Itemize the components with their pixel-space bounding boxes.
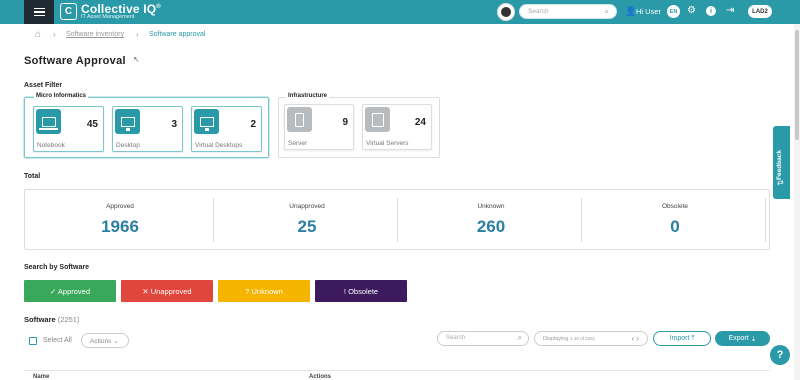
user-greeting[interactable]: Hi User bbox=[636, 7, 661, 16]
language-selector[interactable]: EN bbox=[667, 5, 680, 18]
total-approved[interactable]: Approved 1966 bbox=[25, 190, 215, 251]
home-icon[interactable]: ⌂ bbox=[35, 29, 41, 40]
actions-dropdown[interactable]: Actions ⌄ bbox=[81, 333, 129, 348]
chevron-right-icon: › bbox=[53, 30, 56, 39]
total-unknown[interactable]: Unknown 260 bbox=[399, 190, 583, 251]
obsolete-filter-button[interactable]: ! Obsolete bbox=[315, 280, 407, 302]
total-obsolete[interactable]: Obsolete 0 bbox=[583, 190, 767, 251]
feedback-icon[interactable]: ⇄ bbox=[777, 178, 784, 187]
totals-panel: Approved 1966 Unapproved 25 Unknown 260 … bbox=[24, 189, 770, 250]
server-icon bbox=[287, 107, 312, 132]
virtual-desktop-icon bbox=[194, 109, 219, 134]
total-label: Obsolete bbox=[661, 203, 689, 210]
filter-group-title: Infrastructure bbox=[286, 93, 330, 99]
tenant-badge[interactable]: LAD2 bbox=[748, 5, 772, 18]
select-all-checkbox[interactable] bbox=[29, 337, 37, 345]
total-label: Unapproved bbox=[289, 203, 325, 210]
software-search-input[interactable]: Search ⌕ bbox=[437, 331, 529, 346]
filter-card-virtual-servers[interactable]: 24 Virtual Servers bbox=[362, 104, 432, 150]
pagination-arrows[interactable]: ‹ › bbox=[631, 334, 639, 343]
search-by-software-label: Search by Software bbox=[24, 264, 89, 271]
total-label: Unknown bbox=[477, 203, 505, 210]
export-button[interactable]: Export ⇣ bbox=[715, 331, 770, 346]
info-icon[interactable]: i bbox=[706, 6, 716, 16]
breadcrumb-software-inventory[interactable]: Software inventory bbox=[66, 31, 124, 38]
card-label: Server bbox=[288, 140, 308, 147]
card-label: Virtual Desktops bbox=[195, 142, 243, 149]
search-icon[interactable]: ⌕ bbox=[518, 333, 522, 343]
unapproved-filter-button[interactable]: ✕ Unapproved bbox=[121, 280, 213, 302]
total-label: Approved bbox=[106, 203, 134, 210]
app-subtitle: IT Asset Management bbox=[81, 14, 135, 20]
card-count: 24 bbox=[414, 117, 426, 128]
page-title: Software Approval bbox=[24, 55, 126, 67]
column-header-name[interactable]: Name bbox=[33, 374, 49, 380]
software-count: (2251) bbox=[57, 315, 80, 324]
total-value: 1966 bbox=[101, 217, 139, 236]
card-label: Desktop bbox=[116, 142, 140, 149]
menu-icon[interactable] bbox=[24, 0, 54, 24]
select-all-label[interactable]: Select All bbox=[43, 337, 72, 344]
card-label: Notebook bbox=[37, 142, 65, 149]
feedback-label[interactable]: Feedback bbox=[776, 140, 783, 180]
total-value: 0 bbox=[670, 217, 680, 236]
card-count: 45 bbox=[86, 119, 98, 130]
asset-filter-label: Asset Filter bbox=[24, 82, 63, 89]
user-icon: 👤 bbox=[625, 6, 637, 16]
filter-card-desktop[interactable]: 3 Desktop bbox=[112, 106, 183, 152]
virtual-server-icon bbox=[365, 107, 390, 132]
chevron-down-icon: ⌄ bbox=[113, 338, 119, 345]
search-icon[interactable]: ⌕ bbox=[605, 7, 609, 17]
total-value: 25 bbox=[297, 217, 317, 236]
top-search-input[interactable]: Search ⌕ bbox=[519, 4, 617, 19]
breadcrumb-software-approval: Software approval bbox=[149, 31, 206, 38]
software-section-title: Software (2251) bbox=[24, 315, 80, 324]
table-header-border bbox=[24, 370, 770, 371]
divider bbox=[765, 198, 766, 242]
scrollbar-thumb[interactable] bbox=[795, 30, 799, 140]
divider bbox=[581, 198, 582, 242]
column-header-actions: Actions bbox=[309, 374, 332, 380]
divider bbox=[213, 198, 214, 242]
cursor-icon: ↖ bbox=[133, 55, 140, 64]
card-count: 2 bbox=[250, 119, 256, 130]
import-button[interactable]: Import ⤒ bbox=[653, 331, 711, 346]
laptop-icon bbox=[36, 109, 61, 134]
upload-icon: ⤒ bbox=[691, 334, 695, 342]
filter-card-notebook[interactable]: 45 Notebook bbox=[33, 106, 104, 152]
logo-icon: C bbox=[60, 3, 77, 20]
filter-card-server[interactable]: 9 Server bbox=[284, 104, 354, 150]
card-label: Virtual Servers bbox=[366, 140, 409, 147]
pagination: Displaying 1-10 of 2251 ‹ › bbox=[534, 331, 648, 346]
gear-icon[interactable]: ⚙ bbox=[687, 5, 696, 16]
total-value: 260 bbox=[476, 217, 506, 236]
divider bbox=[397, 198, 398, 242]
avatar[interactable] bbox=[497, 3, 515, 21]
help-button[interactable]: ? bbox=[770, 345, 790, 365]
monitor-icon bbox=[115, 109, 140, 134]
card-count: 9 bbox=[342, 117, 348, 128]
totals-label: Total bbox=[24, 173, 41, 180]
filter-group-title: Micro Informatics bbox=[34, 93, 89, 99]
chevron-right-icon: › bbox=[136, 30, 139, 39]
download-icon: ⇣ bbox=[750, 335, 757, 343]
approved-filter-button[interactable]: ✓ Approved bbox=[24, 280, 116, 302]
unknown-filter-button[interactable]: ? Unknown bbox=[218, 280, 310, 302]
card-count: 3 bbox=[171, 119, 177, 130]
total-unapproved[interactable]: Unapproved 25 bbox=[215, 190, 399, 251]
logout-icon[interactable]: ⇥ bbox=[726, 5, 734, 16]
filter-card-virtual-desktops[interactable]: 2 Virtual Desktops bbox=[191, 106, 262, 152]
